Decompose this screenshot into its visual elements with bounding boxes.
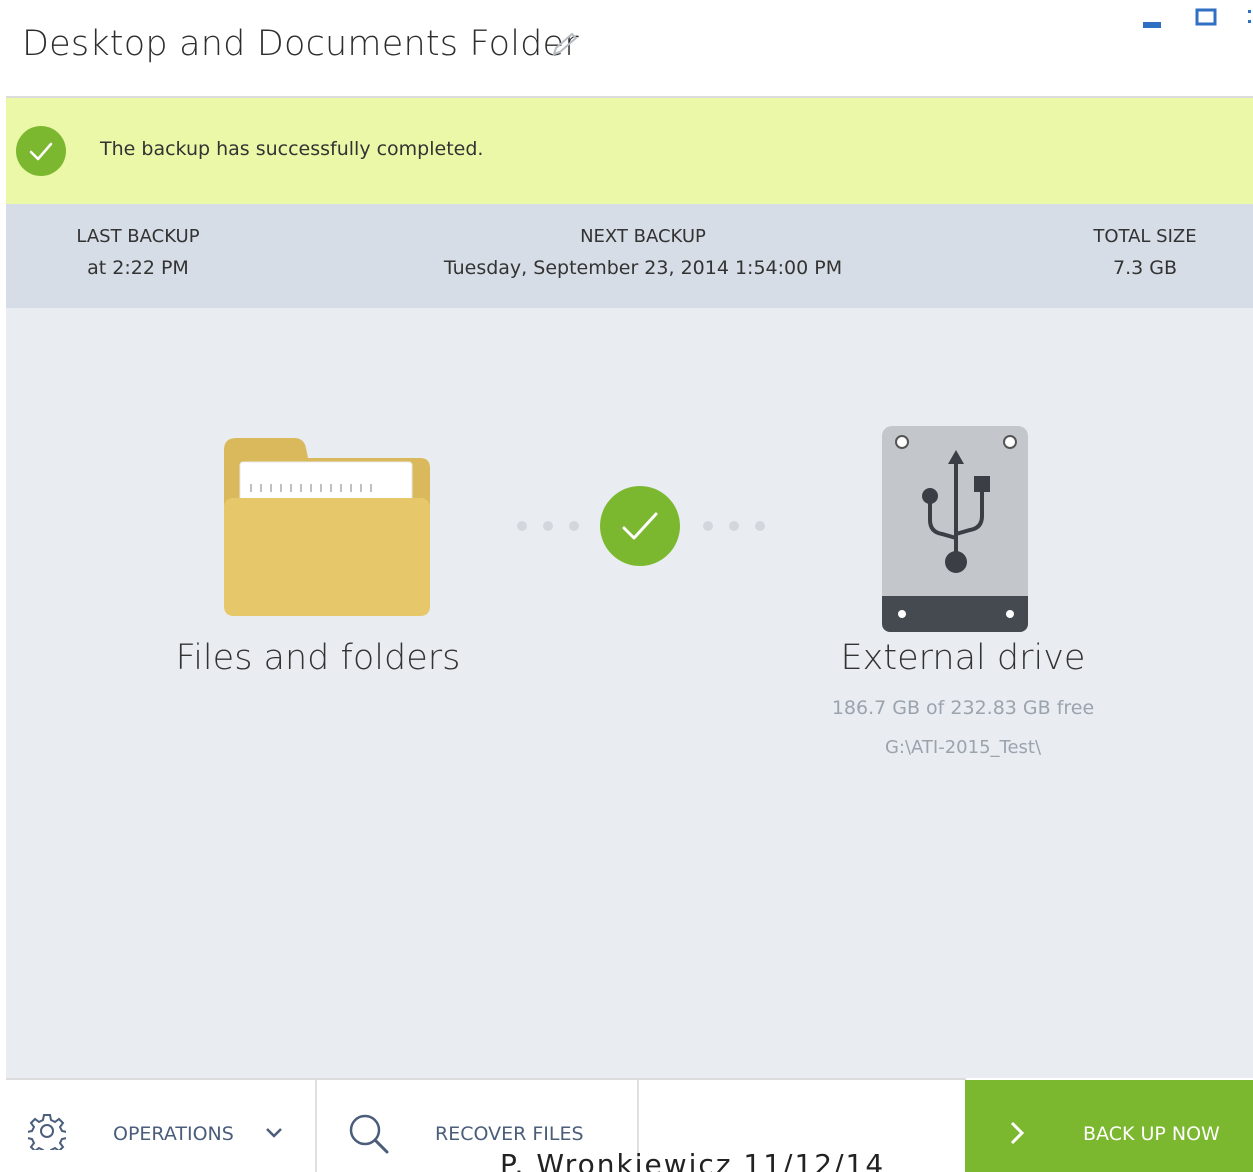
last-backup-value: at 2:22 PM	[87, 257, 189, 279]
operations-label: OPERATIONS	[113, 1123, 234, 1145]
back-up-now-label: BACK UP NOW	[1083, 1123, 1220, 1145]
close-button[interactable]	[1240, 4, 1253, 34]
total-size-label: TOTAL SIZE	[1093, 226, 1197, 247]
chevron-down-icon	[266, 1128, 282, 1138]
operations-button[interactable]: OPERATIONS	[0, 1080, 315, 1172]
search-icon	[349, 1114, 389, 1154]
backup-complete-check-icon	[600, 486, 680, 566]
destination-free-space: 186.7 GB of 232.83 GB free	[831, 697, 1095, 719]
success-check-icon	[16, 126, 66, 176]
destination-label[interactable]: External drive	[818, 638, 1108, 678]
last-backup-label: LAST BACKUP	[76, 226, 200, 247]
pencil-edit-icon[interactable]	[548, 30, 582, 60]
destination-path: G:\ATI-2015_Test\	[884, 737, 1042, 758]
progress-dots-right	[703, 521, 765, 531]
chevron-right-icon	[1010, 1121, 1025, 1145]
last-backup-stat: LAST BACKUP at 2:22 PM	[58, 226, 218, 279]
folder-icon[interactable]	[220, 436, 432, 618]
next-backup-stat: NEXT BACKUP Tuesday, September 23, 2014 …	[436, 226, 850, 279]
minimize-button[interactable]	[1140, 4, 1170, 34]
title-bar: Desktop and Documents Folder	[0, 0, 1253, 96]
backup-overview: Files and folders External drive 186.7 G…	[6, 308, 1253, 1078]
progress-dots-left	[517, 521, 579, 531]
total-size-value: 7.3 GB	[1112, 257, 1177, 279]
gear-icon	[28, 1114, 66, 1150]
maximize-button[interactable]	[1193, 4, 1223, 34]
backup-title: Desktop and Documents Folder	[22, 24, 579, 64]
source-label[interactable]: Files and folders	[156, 638, 480, 678]
success-banner: The backup has successfully completed.	[6, 98, 1253, 204]
back-up-now-button[interactable]: BACK UP NOW	[965, 1080, 1253, 1172]
backup-stats: LAST BACKUP at 2:22 PM NEXT BACKUP Tuesd…	[6, 204, 1253, 308]
usb-drive-icon[interactable]	[880, 424, 1030, 634]
author-note: P. Wronkiewicz 11/12/14	[500, 1148, 886, 1172]
next-backup-value: Tuesday, September 23, 2014 1:54:00 PM	[443, 257, 843, 279]
total-size-stat: TOTAL SIZE 7.3 GB	[1074, 226, 1216, 279]
next-backup-label: NEXT BACKUP	[580, 226, 706, 247]
recover-files-label: RECOVER FILES	[435, 1123, 584, 1145]
success-message: The backup has successfully completed.	[100, 138, 484, 160]
